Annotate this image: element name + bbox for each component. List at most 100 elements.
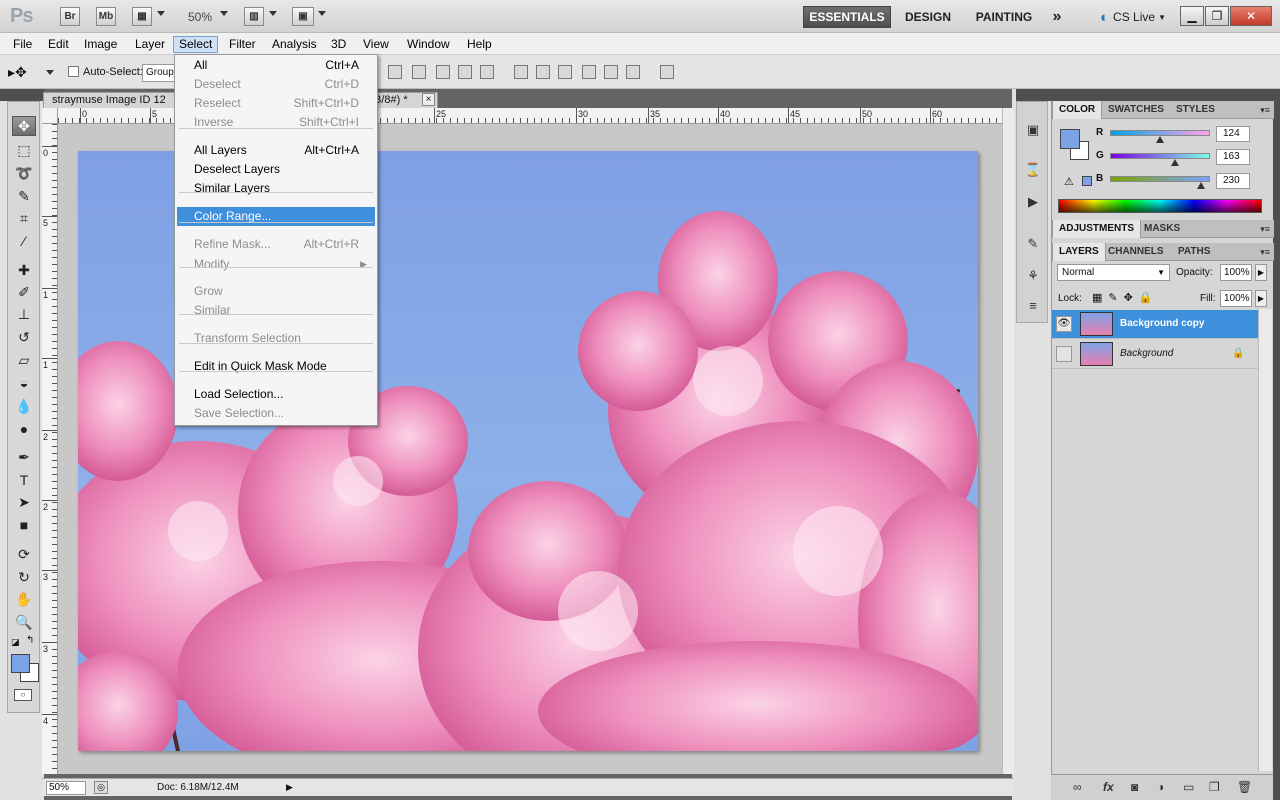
menu-item-similar-layers[interactable]: Similar Layers	[177, 179, 375, 198]
menu-item-inverse[interactable]: Inverse Shift+Ctrl+I	[177, 113, 375, 132]
screen-mode-button[interactable]: ▣	[292, 7, 314, 26]
close-window-button[interactable]: ✕	[1230, 6, 1272, 26]
eye-icon[interactable]: 👁	[1056, 316, 1072, 332]
eyedropper-tool-icon[interactable]: ⁄	[12, 231, 36, 251]
crop-tool-icon[interactable]: ⌗	[12, 208, 36, 228]
chevron-down-icon[interactable]	[46, 70, 54, 75]
menu-file[interactable]: File	[8, 36, 37, 53]
type-tool-icon[interactable]: T	[12, 470, 36, 490]
blue-value-field[interactable]: 230	[1216, 173, 1250, 189]
vertical-ruler[interactable]: 0 5 1 1 2 2 3 3 4	[42, 124, 58, 774]
blue-slider-thumb[interactable]	[1197, 182, 1206, 189]
menu-item-edit-in-quick-mask-mode[interactable]: Edit in Quick Mask Mode	[177, 357, 375, 376]
move-tool-preset-icon[interactable]: ▸✥	[8, 64, 27, 81]
distribute-icon[interactable]	[558, 65, 572, 79]
distribute-icon[interactable]	[514, 65, 528, 79]
panel-menu-icon[interactable]: ▾≡	[1260, 224, 1270, 235]
menu-item-similar[interactable]: Similar	[177, 301, 375, 320]
layer-style-icon[interactable]: fx	[1103, 780, 1114, 794]
layer-row[interactable]: 👁 Background copy	[1052, 310, 1258, 339]
chevron-down-icon[interactable]	[220, 11, 228, 16]
tab-masks[interactable]: MASKS	[1138, 220, 1186, 238]
auto-select-checkbox[interactable]	[68, 66, 79, 77]
align-icon[interactable]	[388, 65, 402, 79]
marquee-tool-icon[interactable]: ⬚	[12, 140, 36, 160]
panel-menu-icon[interactable]: ▾≡	[1260, 247, 1270, 258]
eraser-tool-icon[interactable]: ▱	[12, 350, 36, 370]
tab-swatches[interactable]: SWATCHES	[1102, 101, 1170, 119]
quick-selection-tool-icon[interactable]: ✎	[12, 186, 36, 206]
distribute-icon[interactable]	[604, 65, 618, 79]
trash-icon[interactable]: 🗑	[1237, 780, 1252, 794]
blue-slider[interactable]	[1110, 176, 1210, 189]
align-icon[interactable]	[412, 65, 426, 79]
history-panel-icon[interactable]: ⌛	[1023, 162, 1043, 180]
workspace-painting-button[interactable]: PAINTING	[966, 6, 1042, 28]
menu-select[interactable]: Select	[173, 36, 219, 53]
layer-row[interactable]: Background 🔒	[1052, 340, 1258, 369]
link-layers-icon[interactable]: ∞	[1073, 780, 1082, 794]
distribute-icon[interactable]	[626, 65, 640, 79]
restore-button[interactable]: ❐	[1205, 6, 1229, 26]
auto-align-icon[interactable]	[660, 65, 674, 79]
tab-channels[interactable]: CHANNELS	[1102, 243, 1170, 261]
menu-item-refine-mask[interactable]: Refine Mask... Alt+Ctrl+R	[177, 235, 375, 254]
default-colors-icon[interactable]: ◪	[11, 637, 20, 648]
align-icon[interactable]	[436, 65, 450, 79]
tab-adjustments[interactable]: ADJUSTMENTS	[1052, 220, 1142, 238]
lasso-tool-icon[interactable]: ➰	[12, 163, 36, 183]
path-selection-tool-icon[interactable]: ➤	[12, 492, 36, 512]
auto-select-target-dropdown[interactable]: Group	[142, 64, 178, 82]
distribute-icon[interactable]	[582, 65, 596, 79]
swap-colors-icon[interactable]: ↰	[26, 635, 34, 646]
3d-rotate-tool-icon[interactable]: ⟳	[12, 544, 36, 564]
zoom-level-display[interactable]: 50%	[188, 10, 212, 24]
distribute-icon[interactable]	[536, 65, 550, 79]
tab-layers[interactable]: LAYERS	[1052, 243, 1106, 261]
extras-view-button[interactable]: ▦	[132, 7, 152, 26]
hand-tool-icon[interactable]: ✋	[12, 589, 36, 609]
3d-orbit-tool-icon[interactable]: ↻	[12, 567, 36, 587]
fill-arrow-icon[interactable]: ▶	[1255, 290, 1267, 307]
panel-menu-icon[interactable]: ▾≡	[1260, 105, 1270, 116]
menu-item-all[interactable]: All Ctrl+A	[177, 56, 375, 75]
tab-styles[interactable]: STYLES	[1170, 101, 1221, 119]
mini-bridge-button[interactable]: Mb	[96, 7, 116, 26]
menu-item-deselect[interactable]: Deselect Ctrl+D	[177, 75, 375, 94]
quick-mask-icon[interactable]: ○	[14, 689, 32, 701]
add-mask-icon[interactable]: ◙	[1131, 780, 1138, 794]
workspace-essentials-button[interactable]: ESSENTIALS	[803, 6, 891, 28]
menu-analysis[interactable]: Analysis	[267, 36, 322, 53]
layers-scrollbar[interactable]	[1258, 309, 1272, 771]
foreground-color-swatch[interactable]	[11, 654, 30, 673]
menu-item-modify[interactable]: Modify ▶	[177, 255, 375, 274]
new-group-icon[interactable]: ▭	[1183, 780, 1194, 794]
align-icon[interactable]	[480, 65, 494, 79]
opacity-arrow-icon[interactable]: ▶	[1255, 264, 1267, 281]
fill-field[interactable]: 100%	[1220, 290, 1252, 307]
adjustment-layer-icon[interactable]: ◑	[1157, 780, 1164, 794]
bridge-button[interactable]: Br	[60, 7, 80, 26]
rectangle-tool-icon[interactable]: ■	[12, 515, 36, 535]
menu-3d[interactable]: 3D	[326, 36, 351, 53]
zoom-tool-icon[interactable]: 🔍	[12, 612, 36, 632]
red-value-field[interactable]: 124	[1216, 126, 1250, 142]
green-value-field[interactable]: 163	[1216, 149, 1250, 165]
chevron-down-icon[interactable]	[318, 11, 326, 16]
out-of-gamut-warning-icon[interactable]: ⚠	[1064, 175, 1074, 188]
tab-color[interactable]: COLOR	[1052, 101, 1103, 119]
status-menu-arrow-icon[interactable]: ▶	[286, 782, 293, 793]
menu-filter[interactable]: Filter	[224, 36, 261, 53]
tab-paths[interactable]: PATHS	[1172, 243, 1216, 261]
menu-view[interactable]: View	[358, 36, 394, 53]
move-tool-icon[interactable]: ✥	[12, 116, 36, 136]
clone-stamp-tool-icon[interactable]: ⊥	[12, 304, 36, 324]
paint-bucket-tool-icon[interactable]: ◒	[12, 373, 36, 393]
menu-edit[interactable]: Edit	[43, 36, 74, 53]
menu-layer[interactable]: Layer	[130, 36, 170, 53]
history-brush-tool-icon[interactable]: ↺	[12, 327, 36, 347]
green-slider-thumb[interactable]	[1170, 159, 1179, 166]
more-workspaces-button[interactable]: »	[1046, 6, 1068, 28]
minimize-button[interactable]: ▁	[1180, 6, 1204, 26]
status-icon[interactable]: ◎	[94, 781, 108, 794]
